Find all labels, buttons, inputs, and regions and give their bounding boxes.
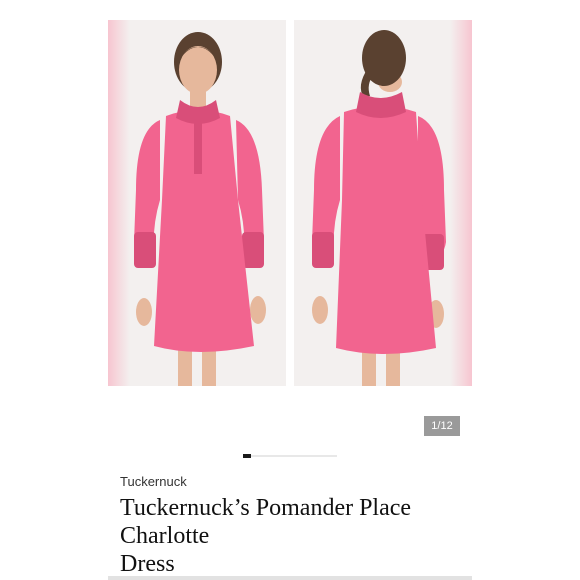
image-counter: 1/12 — [424, 416, 460, 436]
front-view-illustration — [108, 20, 286, 386]
gallery-scroll-track[interactable] — [243, 455, 337, 457]
product-title: Tuckernuck’s Pomander Place Charlotte Dr… — [120, 494, 470, 578]
product-title-line-1: Tuckernuck’s Pomander Place — [120, 495, 412, 521]
brand-link[interactable]: Tuckernuck — [120, 474, 187, 489]
back-view-illustration — [294, 20, 472, 386]
product-page: 1/12 Tuckernuck Tuckernuck’s Pomander Pl… — [0, 0, 580, 580]
image-gallery[interactable] — [108, 20, 472, 386]
product-title-line-3: Dress — [120, 551, 175, 577]
product-title-line-2: Charlotte — [120, 523, 210, 549]
product-image-back[interactable] — [294, 20, 472, 386]
product-image-front[interactable] — [108, 20, 286, 386]
bottom-divider — [108, 576, 472, 580]
gallery-scroll-thumb[interactable] — [243, 454, 251, 458]
